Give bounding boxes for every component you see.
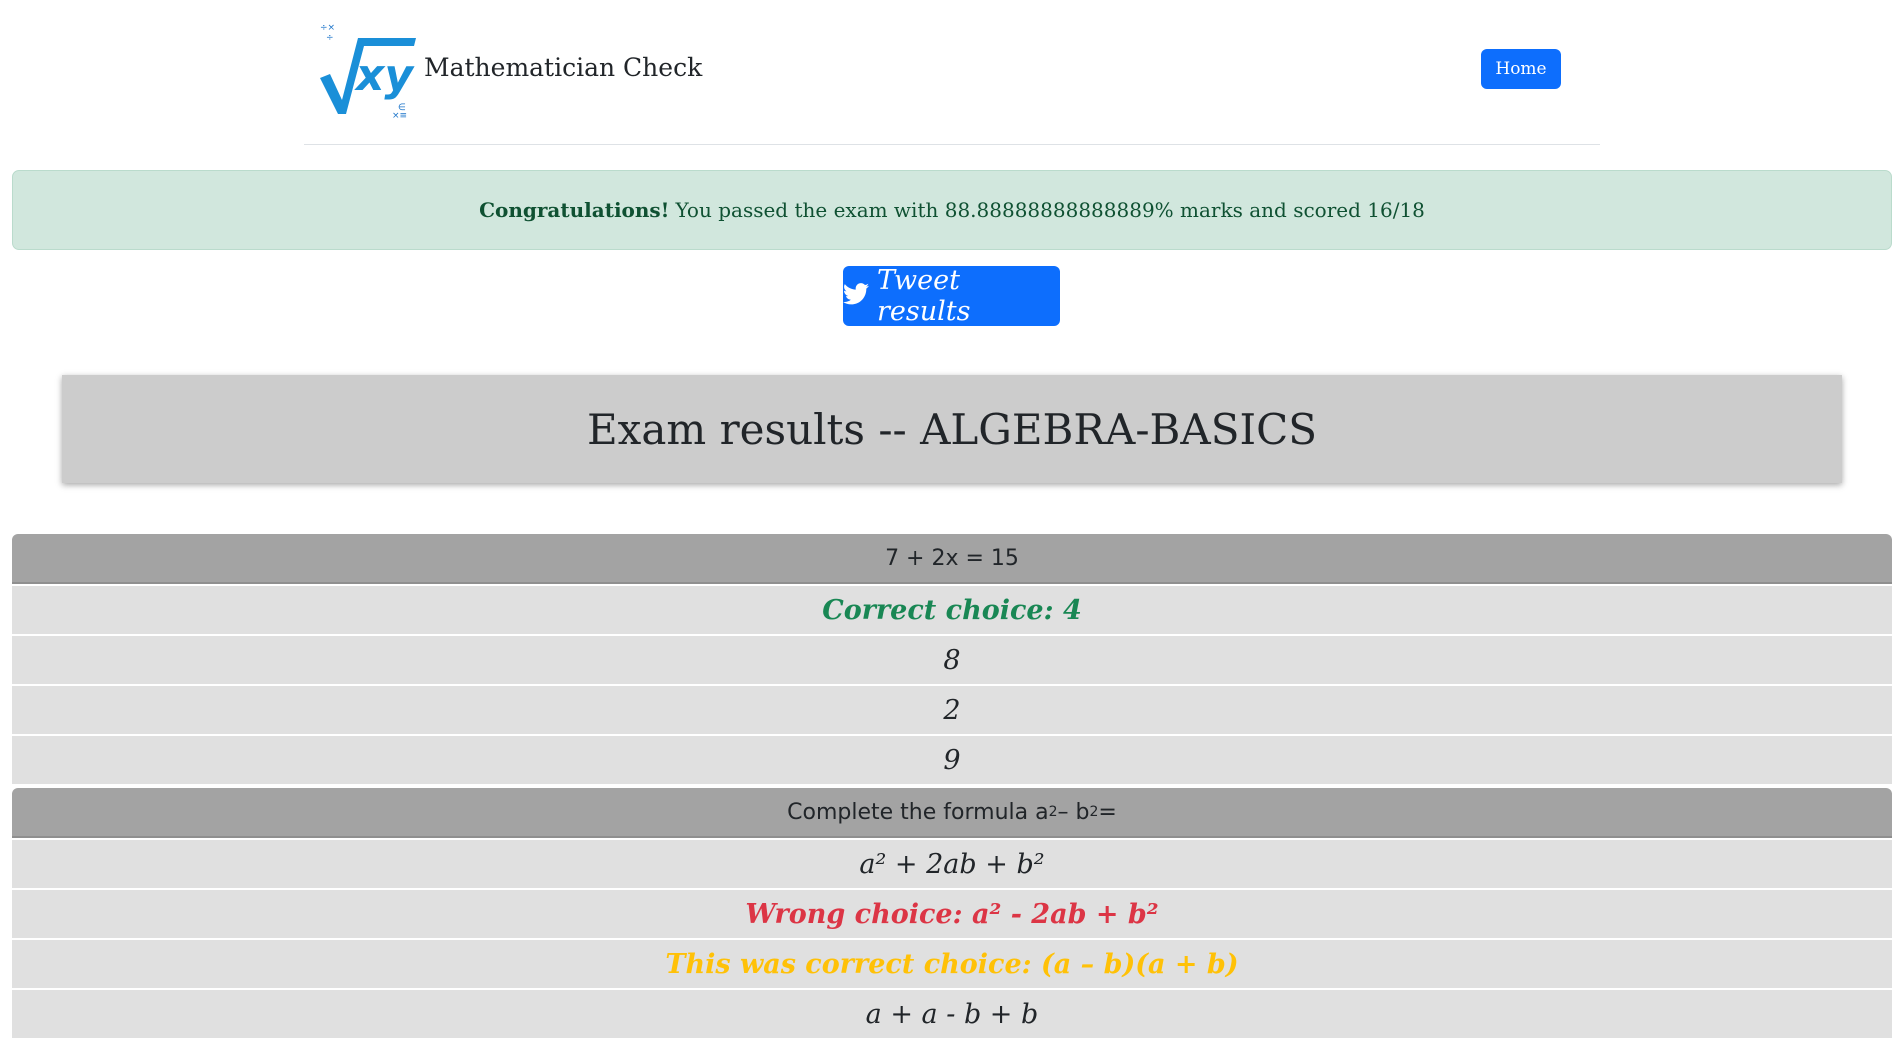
success-alert: Congratulations! You passed the exam wit… bbox=[12, 170, 1892, 250]
sqrt-xy-logo-icon[interactable]: ÷× ÷ xy ∈ ×≡ bbox=[316, 18, 422, 121]
svg-text:÷: ÷ bbox=[326, 33, 334, 43]
home-button[interactable]: Home bbox=[1481, 49, 1561, 89]
twitter-bird-icon bbox=[843, 281, 869, 312]
alert-strong-text: Congratulations! bbox=[479, 198, 670, 222]
question-card: 7 + 2x = 15 Correct choice: 4 8 2 9 bbox=[12, 534, 1892, 784]
page: ÷× ÷ xy ∈ ×≡ Mathematician Check Home Co… bbox=[0, 0, 1904, 1048]
svg-text:xy: xy bbox=[354, 50, 415, 101]
question-mid: – b bbox=[1057, 799, 1090, 825]
question-list: 7 + 2x = 15 Correct choice: 4 8 2 9 Comp… bbox=[12, 534, 1892, 1042]
svg-text:×≡: ×≡ bbox=[392, 111, 407, 120]
question-card: Complete the formula a2 – b2 = a² + 2ab … bbox=[12, 788, 1892, 1038]
exam-title: Exam results -- ALGEBRA-BASICS bbox=[62, 375, 1842, 483]
choice-item: 8 bbox=[12, 636, 1892, 684]
choice-item: a² + 2ab + b² bbox=[12, 840, 1892, 888]
choice-item: This was correct choice: (a – b)(a + b) bbox=[12, 940, 1892, 988]
question-suffix: = bbox=[1098, 799, 1117, 825]
brand-name[interactable]: Mathematician Check bbox=[424, 50, 702, 86]
choice-item: 2 bbox=[12, 686, 1892, 734]
choice-item: a + a - b + b bbox=[12, 990, 1892, 1038]
site-header: ÷× ÷ xy ∈ ×≡ Mathematician Check Home bbox=[304, 0, 1600, 145]
choice-item: Wrong choice: a² - 2ab + b² bbox=[12, 890, 1892, 938]
alert-message: You passed the exam with 88.888888888888… bbox=[675, 198, 1425, 222]
choice-item: 9 bbox=[12, 736, 1892, 784]
choice-item: Correct choice: 4 bbox=[12, 586, 1892, 634]
tweet-label: Tweet results bbox=[877, 265, 971, 327]
question-text: 7 + 2x = 15 bbox=[12, 534, 1892, 584]
svg-text:÷×: ÷× bbox=[320, 23, 335, 33]
question-text: Complete the formula a2 – b2 = bbox=[12, 788, 1892, 838]
tweet-results-button[interactable]: Tweet results bbox=[843, 265, 1060, 327]
question-prefix: Complete the formula a bbox=[787, 799, 1049, 825]
